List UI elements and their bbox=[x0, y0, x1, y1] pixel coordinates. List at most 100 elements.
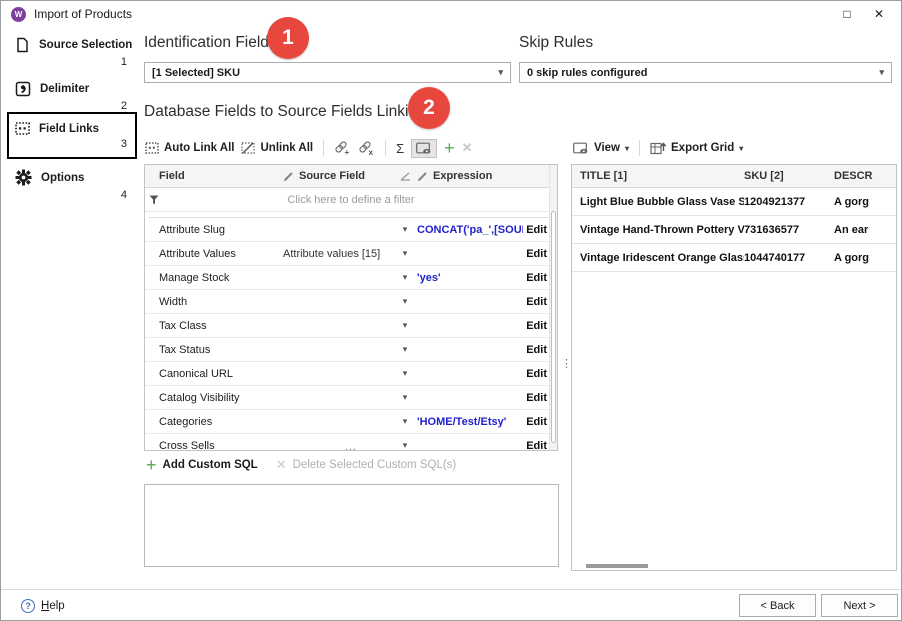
document-icon bbox=[15, 37, 30, 53]
dropdown-arrow-icon[interactable]: ▾ bbox=[393, 392, 417, 403]
preview-row[interactable]: Vintage Hand-Thrown Pottery Vase | Utens… bbox=[572, 216, 896, 244]
field-link-row[interactable]: Tax Status ▾ Edit bbox=[145, 338, 557, 362]
title-bar: W Import of Products □ ✕ bbox=[1, 1, 901, 27]
link-remove-icon: x bbox=[358, 141, 375, 156]
field-link-row[interactable]: Width ▾ Edit bbox=[145, 290, 557, 314]
remove-link-button[interactable]: x bbox=[358, 141, 375, 156]
grid-resize-grip[interactable]: ... bbox=[345, 444, 356, 451]
dropdown-arrow-icon[interactable]: ▾ bbox=[393, 320, 417, 331]
column-header-description[interactable]: DESCR bbox=[834, 170, 896, 182]
custom-sql-textarea[interactable] bbox=[144, 484, 559, 567]
dropdown-arrow-icon[interactable]: ▾ bbox=[393, 224, 417, 235]
auto-link-all-button[interactable]: Auto Link All bbox=[145, 142, 234, 154]
preview-toggle-button[interactable] bbox=[411, 139, 437, 158]
field-link-row[interactable]: Attribute Values Attribute values [15] ▾… bbox=[145, 242, 557, 266]
svg-text:+: + bbox=[345, 148, 350, 156]
preview-eye-icon bbox=[416, 142, 432, 155]
delete-custom-sql-button-disabled: ✕ Delete Selected Custom SQL(s) bbox=[276, 457, 457, 473]
field-link-row[interactable]: Canonical URL ▾ Edit bbox=[145, 362, 557, 386]
close-button[interactable]: ✕ bbox=[863, 3, 895, 25]
preview-row[interactable]: Vintage Iridescent Orange Glass Canister… bbox=[572, 244, 896, 272]
toolbar-separator bbox=[323, 140, 324, 156]
pencil-icon bbox=[417, 171, 428, 182]
column-header-sku[interactable]: SKU [2] bbox=[744, 170, 834, 182]
sidebar-item-delimiter[interactable]: Delimiter 2 bbox=[15, 81, 127, 112]
preview-eye-icon bbox=[573, 142, 589, 155]
step-number: 3 bbox=[121, 138, 127, 150]
step-number: 4 bbox=[121, 189, 127, 201]
step-badge-2: 2 bbox=[408, 87, 450, 129]
linking-heading: Database Fields to Source Fields Linkini… bbox=[144, 103, 438, 121]
dropdown-arrow-icon[interactable]: ▾ bbox=[393, 248, 417, 259]
svg-text:x: x bbox=[369, 148, 374, 156]
help-link[interactable]: ? Help bbox=[21, 599, 65, 613]
grid-header-row: Field Source Field Expression bbox=[145, 165, 557, 188]
field-link-row[interactable]: Attribute Slug ▾ CONCAT('pa_',[SOURCE_FI… bbox=[145, 218, 557, 242]
chevron-down-icon: ▾ bbox=[879, 67, 884, 78]
expression-sigma-button[interactable]: Σ bbox=[396, 141, 404, 156]
column-header-title[interactable]: TITLE [1] bbox=[572, 170, 744, 182]
field-link-row[interactable]: Catalog Visibility ▾ Edit bbox=[145, 386, 557, 410]
filter-funnel-icon bbox=[149, 195, 159, 205]
grid-dots-icon bbox=[145, 142, 159, 154]
chevron-down-icon: ▾ bbox=[625, 144, 629, 153]
sidebar-item-source-selection[interactable]: Source Selection 1 bbox=[15, 37, 127, 68]
import-products-dialog: W Import of Products □ ✕ Source Selectio… bbox=[0, 0, 902, 621]
dropdown-arrow-icon[interactable]: ▾ bbox=[393, 344, 417, 355]
column-header-source-field[interactable]: Source Field bbox=[283, 170, 393, 182]
export-grid-menu-button[interactable]: Export Grid ▾ bbox=[650, 141, 743, 155]
sidebar-item-field-links[interactable]: Field Links 3 bbox=[15, 122, 127, 150]
quote-icon bbox=[15, 81, 31, 97]
dropdown-arrow-icon[interactable]: ▾ bbox=[393, 272, 417, 283]
link-add-icon: + bbox=[334, 141, 351, 156]
add-link-button[interactable]: + bbox=[334, 141, 351, 156]
field-link-row[interactable]: Categories ▾ 'HOME/Test/Etsy' Edit bbox=[145, 410, 557, 434]
dropdown-value: [1 Selected] SKU bbox=[152, 67, 240, 79]
next-button[interactable]: Next > bbox=[821, 594, 898, 617]
back-button[interactable]: < Back bbox=[739, 594, 816, 617]
app-icon: W bbox=[11, 7, 26, 22]
column-header-expression[interactable]: Expression bbox=[417, 170, 557, 182]
scrollbar-thumb[interactable] bbox=[551, 211, 556, 443]
dropdown-arrow-icon[interactable]: ▾ bbox=[393, 440, 417, 451]
step-label: Field Links bbox=[39, 123, 99, 135]
toolbar-separator bbox=[639, 140, 640, 156]
linking-toolbar: Auto Link All Unlink All + bbox=[145, 136, 473, 160]
add-row-button[interactable]: + bbox=[444, 140, 455, 156]
dropdown-arrow-icon[interactable]: ▾ bbox=[393, 296, 417, 307]
unlink-all-button[interactable]: Unlink All bbox=[241, 142, 313, 154]
preview-toolbar: View ▾ Export Grid ▾ bbox=[573, 136, 743, 160]
pencil-icon bbox=[283, 171, 294, 182]
custom-sql-toolbar: + Add Custom SQL ✕ Delete Selected Custo… bbox=[146, 457, 456, 473]
identification-fields-dropdown[interactable]: [1 Selected] SKU ▾ bbox=[144, 62, 511, 83]
skip-rules-dropdown[interactable]: 0 skip rules configured ▾ bbox=[519, 62, 892, 83]
view-menu-button[interactable]: View ▾ bbox=[573, 142, 629, 155]
chevron-down-icon: ▾ bbox=[498, 67, 503, 78]
sort-ascending-icon[interactable] bbox=[393, 172, 417, 181]
vertical-scrollbar[interactable] bbox=[549, 165, 557, 450]
chevron-down-icon: ▾ bbox=[739, 144, 743, 153]
field-link-row[interactable]: Manage Stock ▾ 'yes' Edit bbox=[145, 266, 557, 290]
export-grid-icon bbox=[650, 141, 666, 155]
field-links-grid: Field Source Field Expression Click bbox=[144, 164, 558, 451]
toolbar-separator bbox=[385, 140, 386, 156]
source-preview-grid: TITLE [1] SKU [2] DESCR Light Blue Bubbl… bbox=[571, 164, 897, 571]
add-custom-sql-button[interactable]: + Add Custom SQL bbox=[146, 457, 258, 473]
step-label: Delimiter bbox=[40, 83, 89, 95]
filter-row[interactable]: Click here to define a filter bbox=[145, 188, 557, 212]
horizontal-scrollbar-thumb[interactable] bbox=[586, 564, 648, 568]
dropdown-arrow-icon[interactable]: ▾ bbox=[393, 368, 417, 379]
column-header-field[interactable]: Field bbox=[145, 170, 283, 182]
delete-row-button-disabled: ✕ bbox=[462, 140, 473, 156]
step-badge-1: 1 bbox=[267, 17, 309, 59]
maximize-button[interactable]: □ bbox=[831, 3, 863, 25]
preview-row[interactable]: Light Blue Bubble Glass Vase Signed Mgla… bbox=[572, 188, 896, 216]
sidebar-item-options[interactable]: Options 4 bbox=[15, 169, 127, 201]
identification-fields-heading: Identification Fields bbox=[144, 34, 277, 52]
dropdown-arrow-icon[interactable]: ▾ bbox=[393, 416, 417, 427]
step-label: Options bbox=[41, 172, 84, 184]
footer-divider bbox=[1, 589, 901, 590]
unlink-icon bbox=[241, 142, 255, 154]
step-label: Source Selection bbox=[39, 39, 132, 51]
field-link-row[interactable]: Tax Class ▾ Edit bbox=[145, 314, 557, 338]
